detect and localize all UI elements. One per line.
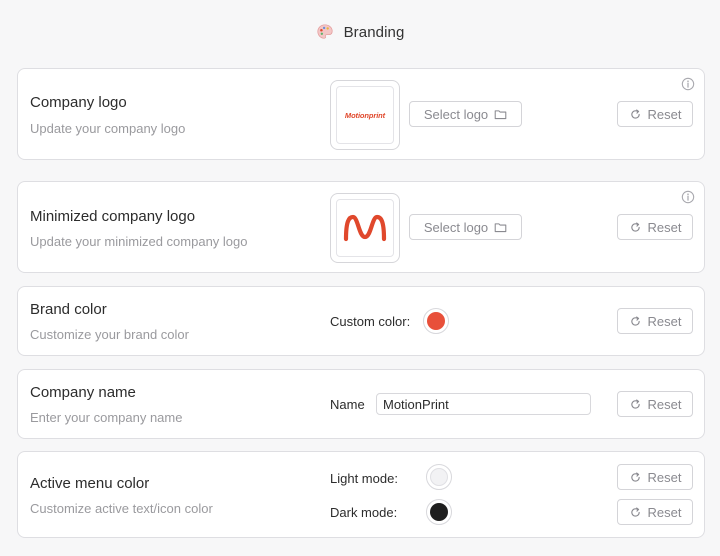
company-name-card: Company name Enter your company name Nam… bbox=[17, 369, 705, 439]
reset-company-logo-button[interactable]: Reset bbox=[617, 101, 693, 127]
brand-color-card: Brand color Customize your brand color C… bbox=[17, 286, 705, 356]
reset-icon bbox=[630, 221, 640, 232]
minimized-logo-preview bbox=[330, 193, 400, 263]
dark-mode-label: Dark mode: bbox=[330, 505, 398, 520]
page-title: Branding bbox=[343, 23, 405, 41]
company-name-description: Enter your company name bbox=[30, 410, 183, 425]
company-name-label: Company name bbox=[30, 384, 136, 401]
reset-dark-mode-button[interactable]: Reset bbox=[617, 499, 693, 525]
light-mode-dot bbox=[430, 468, 448, 486]
reset-company-name-button[interactable]: Reset bbox=[617, 391, 693, 417]
motionprint-m-logo bbox=[343, 214, 387, 242]
company-logo-preview: Motionprint bbox=[330, 80, 400, 150]
active-menu-color-description: Customize active text/icon color bbox=[30, 501, 213, 516]
company-name-input[interactable] bbox=[376, 393, 591, 415]
brand-color-description: Customize your brand color bbox=[30, 327, 189, 342]
brand-color-swatch[interactable] bbox=[423, 308, 449, 334]
custom-color-label: Custom color: bbox=[330, 314, 411, 329]
brand-color-dot bbox=[427, 312, 445, 330]
dark-mode-swatch[interactable] bbox=[426, 499, 452, 525]
dark-mode-dot bbox=[430, 503, 448, 521]
company-logo-description: Update your company logo bbox=[30, 121, 186, 136]
select-minimized-logo-button[interactable]: Select logo bbox=[409, 214, 522, 240]
company-logo-card: Company logo Update your company logo Mo… bbox=[17, 68, 705, 160]
folder-icon bbox=[494, 109, 507, 119]
reset-minimized-logo-button[interactable]: Reset bbox=[617, 214, 693, 240]
select-logo-button[interactable]: Select logo bbox=[409, 101, 522, 127]
minimized-logo-description: Update your minimized company logo bbox=[30, 234, 248, 249]
brand-color-label: Brand color bbox=[30, 301, 107, 318]
company-logo-label: Company logo bbox=[30, 94, 127, 111]
minimized-logo-label: Minimized company logo bbox=[30, 208, 196, 225]
active-menu-color-card: Active menu color Customize active text/… bbox=[17, 451, 705, 538]
reset-icon bbox=[630, 471, 640, 482]
page-header: Branding bbox=[0, 18, 720, 46]
name-field-label: Name bbox=[330, 397, 365, 412]
minimized-logo-card: Minimized company logo Update your minim… bbox=[17, 181, 705, 273]
info-icon[interactable] bbox=[681, 190, 695, 204]
reset-light-mode-button[interactable]: Reset bbox=[617, 464, 693, 490]
reset-icon bbox=[630, 315, 640, 326]
light-mode-label: Light mode: bbox=[330, 471, 398, 486]
reset-icon bbox=[630, 108, 640, 119]
reset-brand-color-button[interactable]: Reset bbox=[617, 308, 693, 334]
company-logo-wordmark: Motionprint bbox=[344, 110, 386, 120]
reset-icon bbox=[630, 398, 640, 409]
reset-icon bbox=[630, 506, 640, 517]
info-icon[interactable] bbox=[681, 77, 695, 91]
palette-icon bbox=[317, 24, 333, 39]
light-mode-swatch[interactable] bbox=[426, 464, 452, 490]
folder-icon bbox=[494, 222, 507, 232]
active-menu-color-label: Active menu color bbox=[30, 475, 150, 492]
